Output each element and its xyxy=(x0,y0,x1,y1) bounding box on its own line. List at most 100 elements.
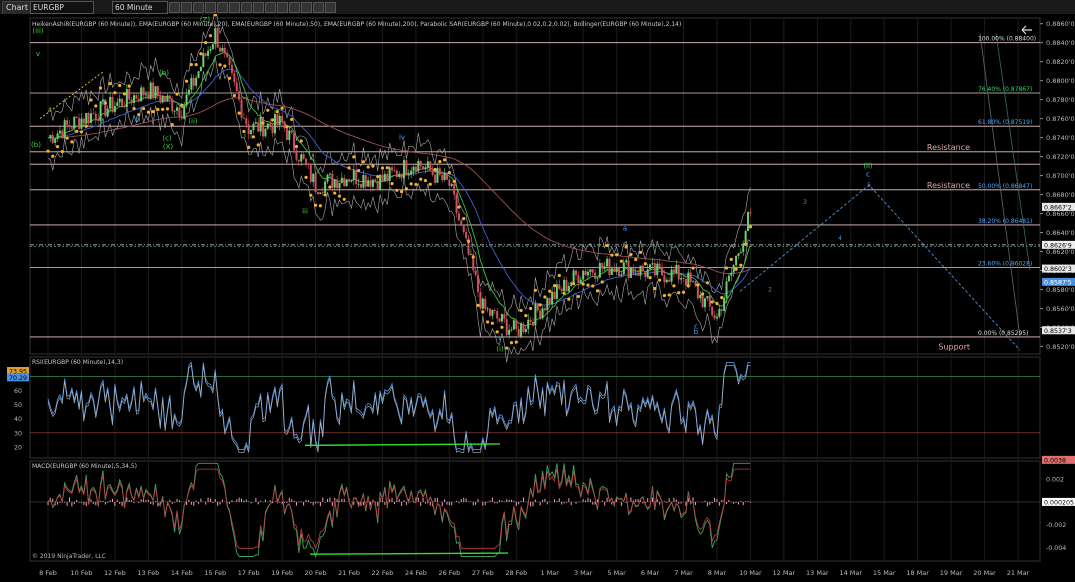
wave-label: i xyxy=(244,132,246,140)
instrument-selector[interactable]: EURGBP xyxy=(30,1,94,14)
sar-dot xyxy=(404,187,408,191)
candle-body xyxy=(348,179,351,182)
candle-body xyxy=(620,274,623,276)
candle-body xyxy=(70,127,73,129)
candle-body xyxy=(675,264,678,273)
sar-dot xyxy=(729,257,733,261)
candle-body xyxy=(663,275,666,283)
sar-dot xyxy=(586,283,590,287)
snapshot-icon[interactable] xyxy=(325,2,336,13)
sar-dot xyxy=(127,84,131,88)
candle-body xyxy=(553,291,556,299)
candle-body xyxy=(207,50,210,56)
candle-body xyxy=(479,292,482,309)
fibonacci-icon[interactable] xyxy=(289,2,300,13)
candle-body xyxy=(87,112,90,123)
candle-body xyxy=(696,286,699,299)
sar-dot xyxy=(720,295,724,300)
candle-body xyxy=(527,319,530,329)
candle-body xyxy=(462,224,465,232)
sar-dot xyxy=(247,145,251,149)
candle-body xyxy=(687,272,690,286)
candle-body xyxy=(732,265,735,273)
candle-body xyxy=(558,284,561,289)
zoom-in-icon[interactable] xyxy=(181,2,192,13)
candle-body xyxy=(622,262,625,275)
chart-canvas[interactable]: 8 Feb 10 Feb 12 Feb 13 Feb 14 Feb 15 Feb 17 Fe… xyxy=(0,14,1075,582)
candle-body xyxy=(371,179,374,187)
candle-body xyxy=(295,150,298,160)
sar-dot xyxy=(734,267,738,271)
crosshair-icon[interactable] xyxy=(169,2,180,13)
candle-body xyxy=(629,267,632,278)
candle-body xyxy=(314,173,317,192)
wave-label: (i) xyxy=(496,345,504,353)
candle-body xyxy=(85,112,88,124)
candle-body xyxy=(183,105,186,119)
rectangle-icon[interactable] xyxy=(313,2,324,13)
properties-icon[interactable] xyxy=(205,2,216,13)
strategies-icon[interactable] xyxy=(241,2,252,13)
candle-body xyxy=(692,281,695,283)
sar-dot xyxy=(84,124,88,128)
bar-type-icon[interactable] xyxy=(217,2,228,13)
candle-body xyxy=(264,128,267,137)
sar-dot xyxy=(122,92,127,96)
candle-body xyxy=(187,89,190,95)
sar-dot xyxy=(328,185,332,189)
indicators-icon[interactable] xyxy=(229,2,240,13)
candle-body xyxy=(168,95,171,100)
line-icon[interactable] xyxy=(265,2,276,13)
candle-body xyxy=(391,167,394,171)
candle-body xyxy=(606,258,609,267)
sr-label: Resistance xyxy=(927,181,970,190)
candle-body xyxy=(331,173,334,188)
candle-body xyxy=(367,180,370,187)
sar-dot xyxy=(595,289,600,293)
candle-body xyxy=(469,254,472,255)
sar-dot xyxy=(385,166,389,170)
x-tick-label: 14 Mar xyxy=(839,569,862,577)
candle-body xyxy=(434,174,437,183)
price-tick-label: 0.8560'0 xyxy=(1046,305,1075,313)
candle-body xyxy=(453,184,456,195)
sar-dot xyxy=(294,144,299,149)
text-icon[interactable] xyxy=(301,2,312,13)
x-tick-label: 8 Feb xyxy=(39,569,57,577)
ray-icon[interactable] xyxy=(277,2,288,13)
sar-dot xyxy=(55,145,60,149)
candle-body xyxy=(486,308,489,310)
candle-body xyxy=(725,281,728,298)
chart-tab[interactable]: Chart xyxy=(2,1,32,15)
fib-level-label: 76.40% (0.87867) xyxy=(978,86,1032,93)
candle-body xyxy=(577,275,580,284)
candle-body xyxy=(572,270,575,283)
candle-body xyxy=(195,77,198,86)
sar-dot xyxy=(146,110,150,114)
candle-body xyxy=(254,122,257,124)
candle-body xyxy=(364,175,367,187)
candle-body xyxy=(147,94,150,99)
price-tick-label: 0.8860'0 xyxy=(1046,20,1075,28)
candle-body xyxy=(398,173,401,178)
sar-dot xyxy=(237,111,241,115)
candle-body xyxy=(149,82,152,99)
sar-dot xyxy=(519,308,523,313)
drawing-tools-icon[interactable] xyxy=(253,2,264,13)
candle-body xyxy=(520,323,523,338)
candle-body xyxy=(582,270,585,280)
candle-body xyxy=(156,86,159,97)
sar-dot xyxy=(261,121,265,125)
zoom-out-icon[interactable] xyxy=(193,2,204,13)
price-tick-label: 0.8800'0 xyxy=(1046,77,1075,85)
candle-body xyxy=(192,77,195,86)
candle-body xyxy=(744,230,747,244)
sar-dot xyxy=(318,204,322,208)
sar-dot xyxy=(280,106,284,110)
candle-body xyxy=(448,179,451,186)
timeframe-selector[interactable]: 60 Minute xyxy=(112,1,168,14)
x-tick-label: 12 Feb xyxy=(104,569,126,577)
candle-body xyxy=(711,306,714,316)
candle-body xyxy=(209,48,212,51)
candle-body xyxy=(226,52,229,58)
